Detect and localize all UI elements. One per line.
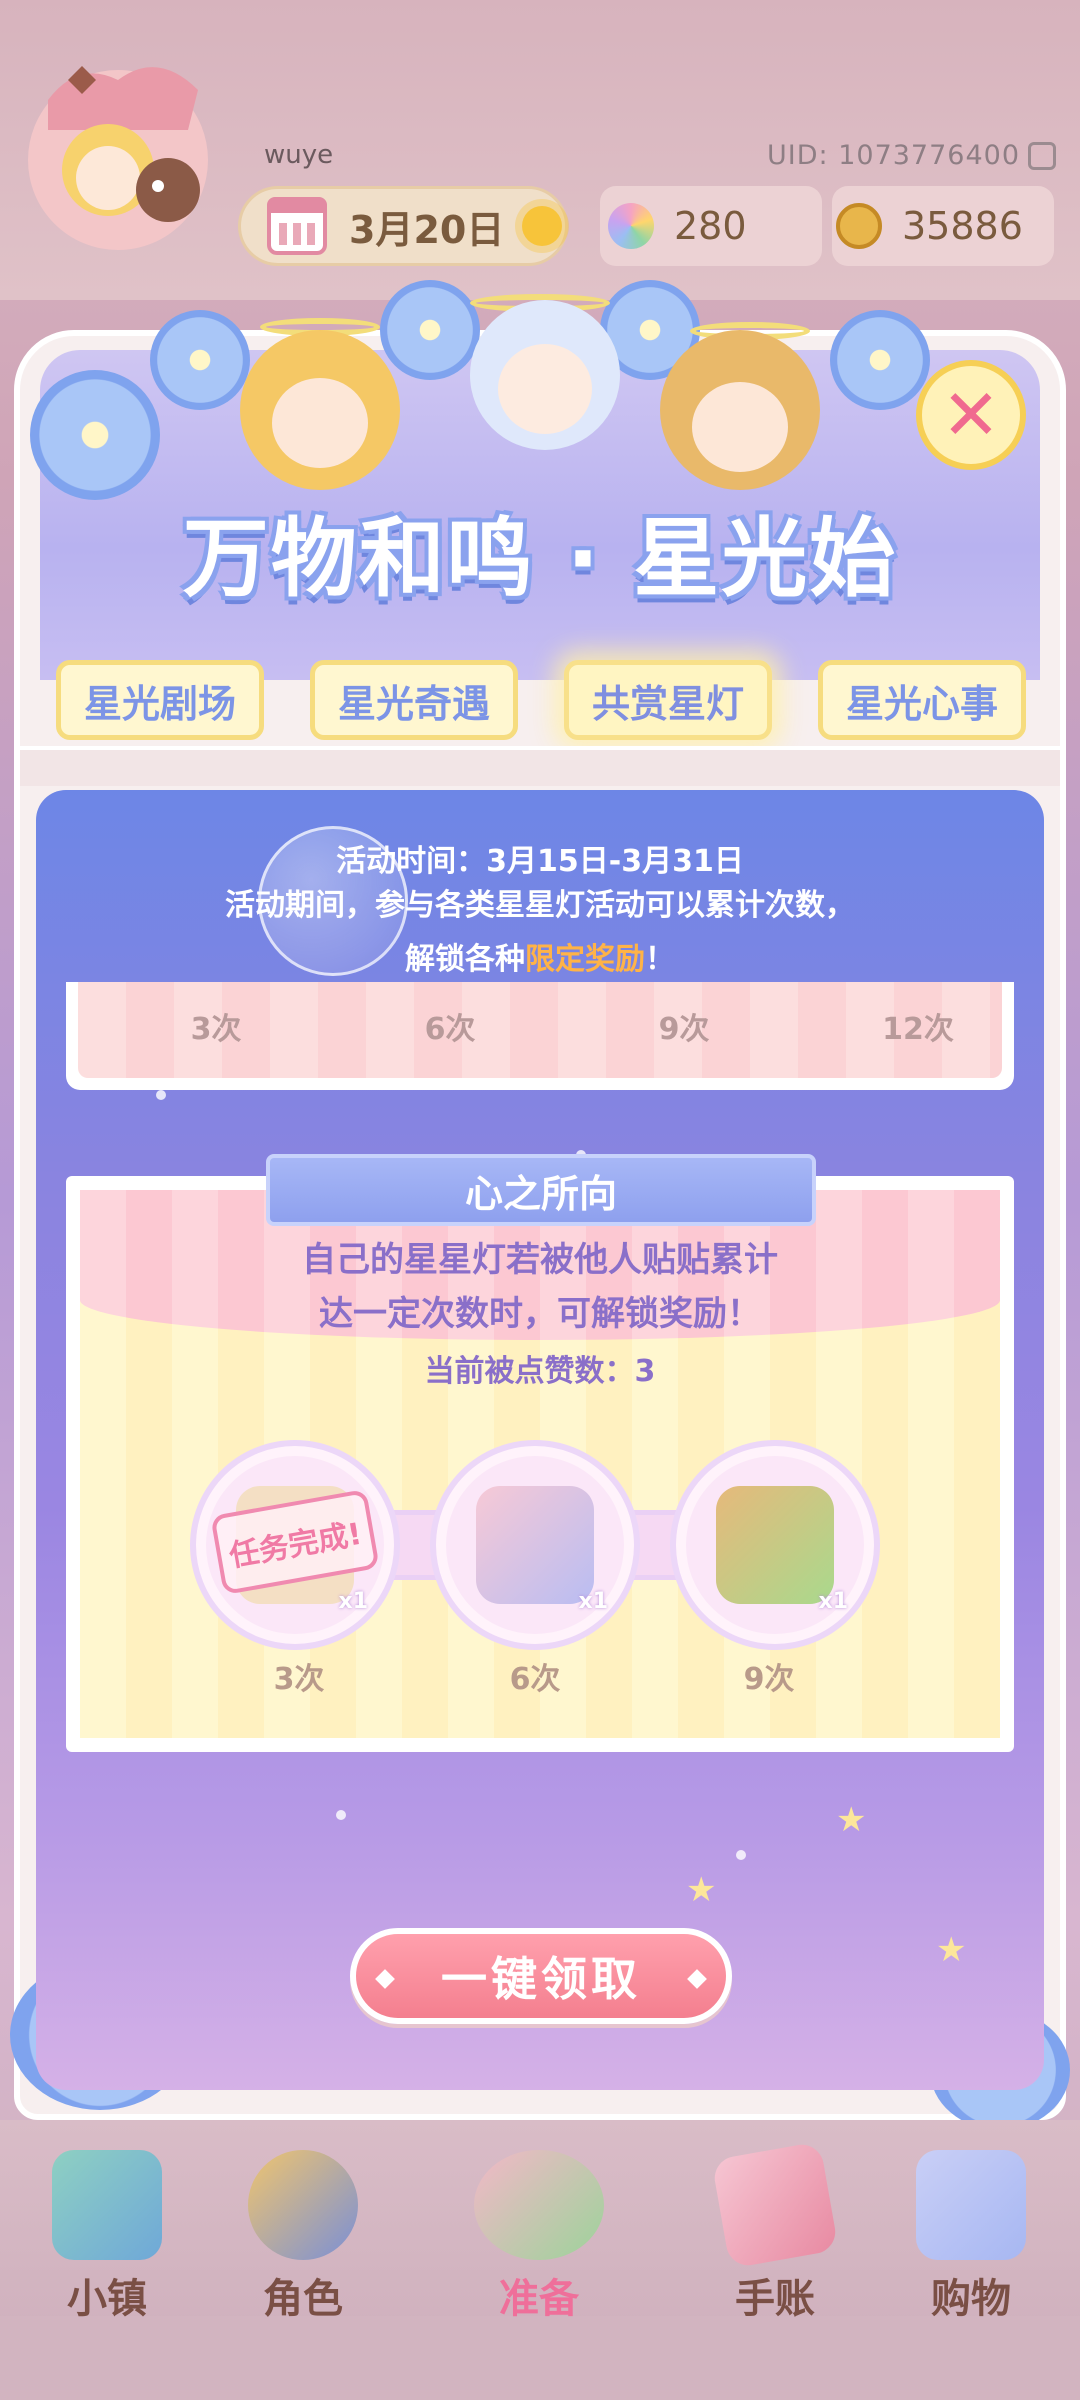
flower-decoration xyxy=(150,310,250,410)
reward-label: 6次 xyxy=(509,1662,561,1697)
tab-starlight-encounter[interactable]: 星光奇遇 xyxy=(310,660,518,740)
event-tabs: 星光剧场 星光奇遇 共赏星灯 星光心事 xyxy=(40,660,1040,746)
current-likes: 当前被点赞数：3 xyxy=(424,1354,656,1389)
tab-star-lanterns[interactable]: 共赏星灯 xyxy=(564,660,772,740)
nav-strip xyxy=(0,2316,1080,2400)
flower-decoration xyxy=(30,370,160,500)
date-text: 3月20日 xyxy=(349,207,505,252)
coin-counter[interactable]: 35886 xyxy=(832,186,1054,266)
coin-icon xyxy=(836,203,882,249)
map-icon xyxy=(52,2150,162,2260)
copy-icon[interactable] xyxy=(1028,142,1056,170)
nav-town[interactable]: 小镇 xyxy=(42,2150,172,2324)
nav-shopping[interactable]: 购物 xyxy=(906,2150,1036,2324)
claim-all-label: 一键领取 xyxy=(441,1952,641,2006)
shopping-bag-icon xyxy=(916,2150,1026,2260)
limited-rewards-highlight: 限定奖励 xyxy=(525,942,645,977)
event-description-2: 解锁各种限定奖励！ xyxy=(405,942,675,977)
nav-prepare[interactable]: 准备 xyxy=(474,2150,604,2324)
reward-label: 3次 xyxy=(273,1662,325,1697)
event-time: 活动时间：3月15日-3月31日 xyxy=(336,844,744,879)
reward-label: 9次 xyxy=(743,1662,795,1697)
flower-decoration xyxy=(380,280,480,380)
gem-count: 280 xyxy=(674,204,747,248)
close-button[interactable]: ✕ xyxy=(916,360,1026,470)
event-description: 活动期间，参与各类星星灯活动可以累计次数， xyxy=(225,888,855,923)
nav-character[interactable]: 角色 xyxy=(238,2150,368,2324)
milestone-label: 12次 xyxy=(882,1012,954,1047)
nav-label: 准备 xyxy=(499,2276,579,2322)
milestone-label: 9次 xyxy=(658,1012,710,1047)
makeup-palette-reward-icon xyxy=(476,1486,594,1604)
milestone-strip[interactable]: 3次 6次 9次 12次 xyxy=(66,982,1014,1090)
top-hud: wuye UID: 1073776400 3月20日 280 35886 xyxy=(0,0,1080,300)
rewards-track: 任务完成! x1 x1 x1 xyxy=(190,1440,880,1650)
tab-starlight-thoughts[interactable]: 星光心事 xyxy=(818,660,1026,740)
milestone-label: 6次 xyxy=(424,1012,476,1047)
calendar-icon xyxy=(267,197,327,255)
reward-slot-2[interactable]: x1 xyxy=(430,1440,640,1650)
flower-decoration xyxy=(830,310,930,410)
card-description-2: 达一定次数时，可解锁奖励！ xyxy=(319,1294,761,1334)
tab-starlight-theater[interactable]: 星光剧场 xyxy=(56,660,264,740)
card-title: 心之所向 xyxy=(464,1171,617,1216)
player-avatar[interactable] xyxy=(18,40,218,270)
close-icon: ✕ xyxy=(941,374,1001,456)
nav-label: 小镇 xyxy=(67,2276,147,2322)
rainbow-gem-icon xyxy=(608,203,654,249)
date-display[interactable]: 3月20日 xyxy=(238,186,568,266)
nav-label: 角色 xyxy=(263,2276,343,2322)
tab-divider xyxy=(20,746,1060,786)
card-title-ribbon: 心之所向 xyxy=(266,1154,816,1226)
character-silver-hair xyxy=(470,300,620,450)
nav-journal[interactable]: 手账 xyxy=(710,2141,840,2324)
milestone-label: 3次 xyxy=(190,1012,242,1047)
food-bag-reward-icon xyxy=(716,1486,834,1604)
uid-label: UID: 1073776400 xyxy=(767,140,1020,171)
coin-count: 35886 xyxy=(902,204,1023,248)
reward-quantity: x1 xyxy=(818,1589,849,1614)
reward-quantity: x1 xyxy=(578,1589,609,1614)
card-description-1: 自己的星星灯若被他人贴贴累计 xyxy=(302,1240,778,1280)
nav-label: 手账 xyxy=(735,2276,815,2322)
username: wuye xyxy=(264,140,334,170)
character-icon xyxy=(248,2150,358,2260)
character-blonde-girl xyxy=(240,330,400,490)
prepare-icon xyxy=(474,2150,604,2260)
gem-counter[interactable]: 280 xyxy=(600,186,822,266)
claim-all-button[interactable]: 一键领取 xyxy=(350,1928,732,2024)
reward-quantity: x1 xyxy=(338,1589,369,1614)
reward-slot-3[interactable]: x1 xyxy=(670,1440,880,1650)
character-blonde-boy xyxy=(660,330,820,490)
reward-slot-1[interactable]: 任务完成! x1 xyxy=(190,1440,400,1650)
nav-label: 购物 xyxy=(931,2276,1011,2322)
sun-icon xyxy=(522,206,563,246)
journal-icon xyxy=(711,2141,839,2269)
event-title: 万物和鸣 · 星光始 xyxy=(182,509,898,609)
